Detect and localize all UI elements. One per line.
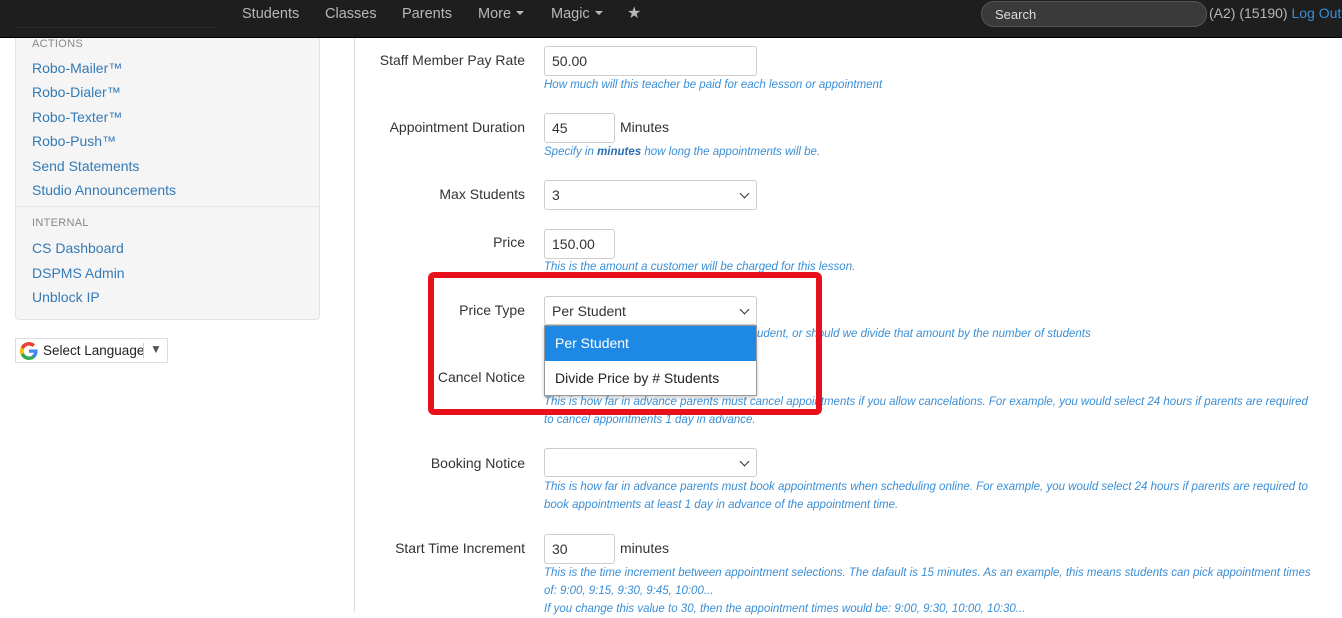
language-divider [143,343,144,358]
pay-rate-label: Staff Member Pay Rate [379,52,525,68]
duration-help-post: how long the appointments will be. [641,146,821,158]
sidebar: ACTIONS Robo-Mailer™ Robo-Dialer™ Robo-T… [15,38,320,320]
sidebar-header-actions: ACTIONS [32,38,83,50]
nav-students[interactable]: Students [242,5,299,23]
chevron-down-icon [516,11,525,16]
sidebar-header-internal: INTERNAL [32,217,89,229]
start-increment-unit: minutes [620,540,670,556]
start-increment-help-line2: of: 9:00, 9:15, 9:30, 9:45, 10:00... [544,585,714,597]
start-increment-help-line3: If you change this value to 30, then the… [544,603,1026,615]
start-increment-label: Start Time Increment [395,540,525,556]
sidebar-item-studio-announcements[interactable]: Studio Announcements [32,182,176,198]
nav-magic-label: Magic [551,6,590,22]
sidebar-item-robo-dialer[interactable]: Robo-Dialer™ [32,84,121,100]
chevron-down-icon [739,456,750,467]
nav-more-label: More [478,6,512,22]
nav-more[interactable]: More [478,5,525,23]
booking-notice-help-line1: This is how far in advance parents must … [544,481,1308,493]
sidebar-item-robo-texter[interactable]: Robo-Texter™ [32,109,122,125]
brand-logo[interactable] [16,6,216,28]
duration-help-pre: Specify in [544,146,598,158]
star-icon[interactable]: ★ [627,3,641,23]
sidebar-item-cs-dashboard[interactable]: CS Dashboard [32,240,124,256]
booking-notice-label: Booking Notice [430,455,525,471]
max-students-select[interactable]: 3 [544,180,757,210]
pay-rate-input[interactable]: 50.00 [544,46,757,76]
account-id: (A2) (15190) [1209,5,1288,21]
duration-help: Specify in minutes how long the appointm… [544,143,820,161]
nav-parents[interactable]: Parents [402,5,452,23]
sidebar-item-robo-push[interactable]: Robo-Push™ [32,133,116,149]
price-input[interactable]: 150.00 [544,229,615,259]
nav-magic[interactable]: Magic [551,5,603,23]
price-label: Price [493,234,525,250]
nav-classes[interactable]: Classes [325,5,377,23]
sidebar-item-robo-mailer[interactable]: Robo-Mailer™ [32,60,122,76]
language-selector[interactable]: Select Language ▼ [15,338,168,363]
sidebar-item-unblock-ip[interactable]: Unblock IP [32,289,100,305]
language-dropdown-icon: ▼ [150,342,162,356]
duration-unit: Minutes [620,119,670,135]
start-increment-input[interactable]: 30 [544,534,615,564]
duration-label: Appointment Duration [389,119,525,135]
sidebar-divider [16,206,319,207]
duration-input[interactable]: 45 [544,113,615,143]
booking-notice-help-line2: book appointments at least 1 day in adva… [544,499,899,511]
pay-rate-help: How much will this teacher be paid for e… [544,79,883,91]
logout-link[interactable]: Log Out [1291,5,1341,21]
language-label: Select Language [43,343,145,358]
chevron-down-icon [739,188,750,199]
start-increment-help-line1: This is the time increment between appoi… [544,567,1311,579]
chevron-down-icon [594,11,603,16]
highlight-box [428,272,822,415]
duration-help-bold: minutes [597,146,642,158]
max-students-label: Max Students [439,186,525,202]
booking-notice-select[interactable] [544,448,757,477]
top-navbar: Students Classes Parents More Magic ★ Se… [0,0,1342,38]
max-students-value: 3 [552,187,560,203]
google-icon [20,342,38,360]
search-input[interactable]: Search [981,1,1207,27]
sidebar-item-send-statements[interactable]: Send Statements [32,158,139,174]
account-info: (A2) (15190) Log Out [1209,5,1341,21]
sidebar-item-dspms-admin[interactable]: DSPMS Admin [32,265,125,281]
